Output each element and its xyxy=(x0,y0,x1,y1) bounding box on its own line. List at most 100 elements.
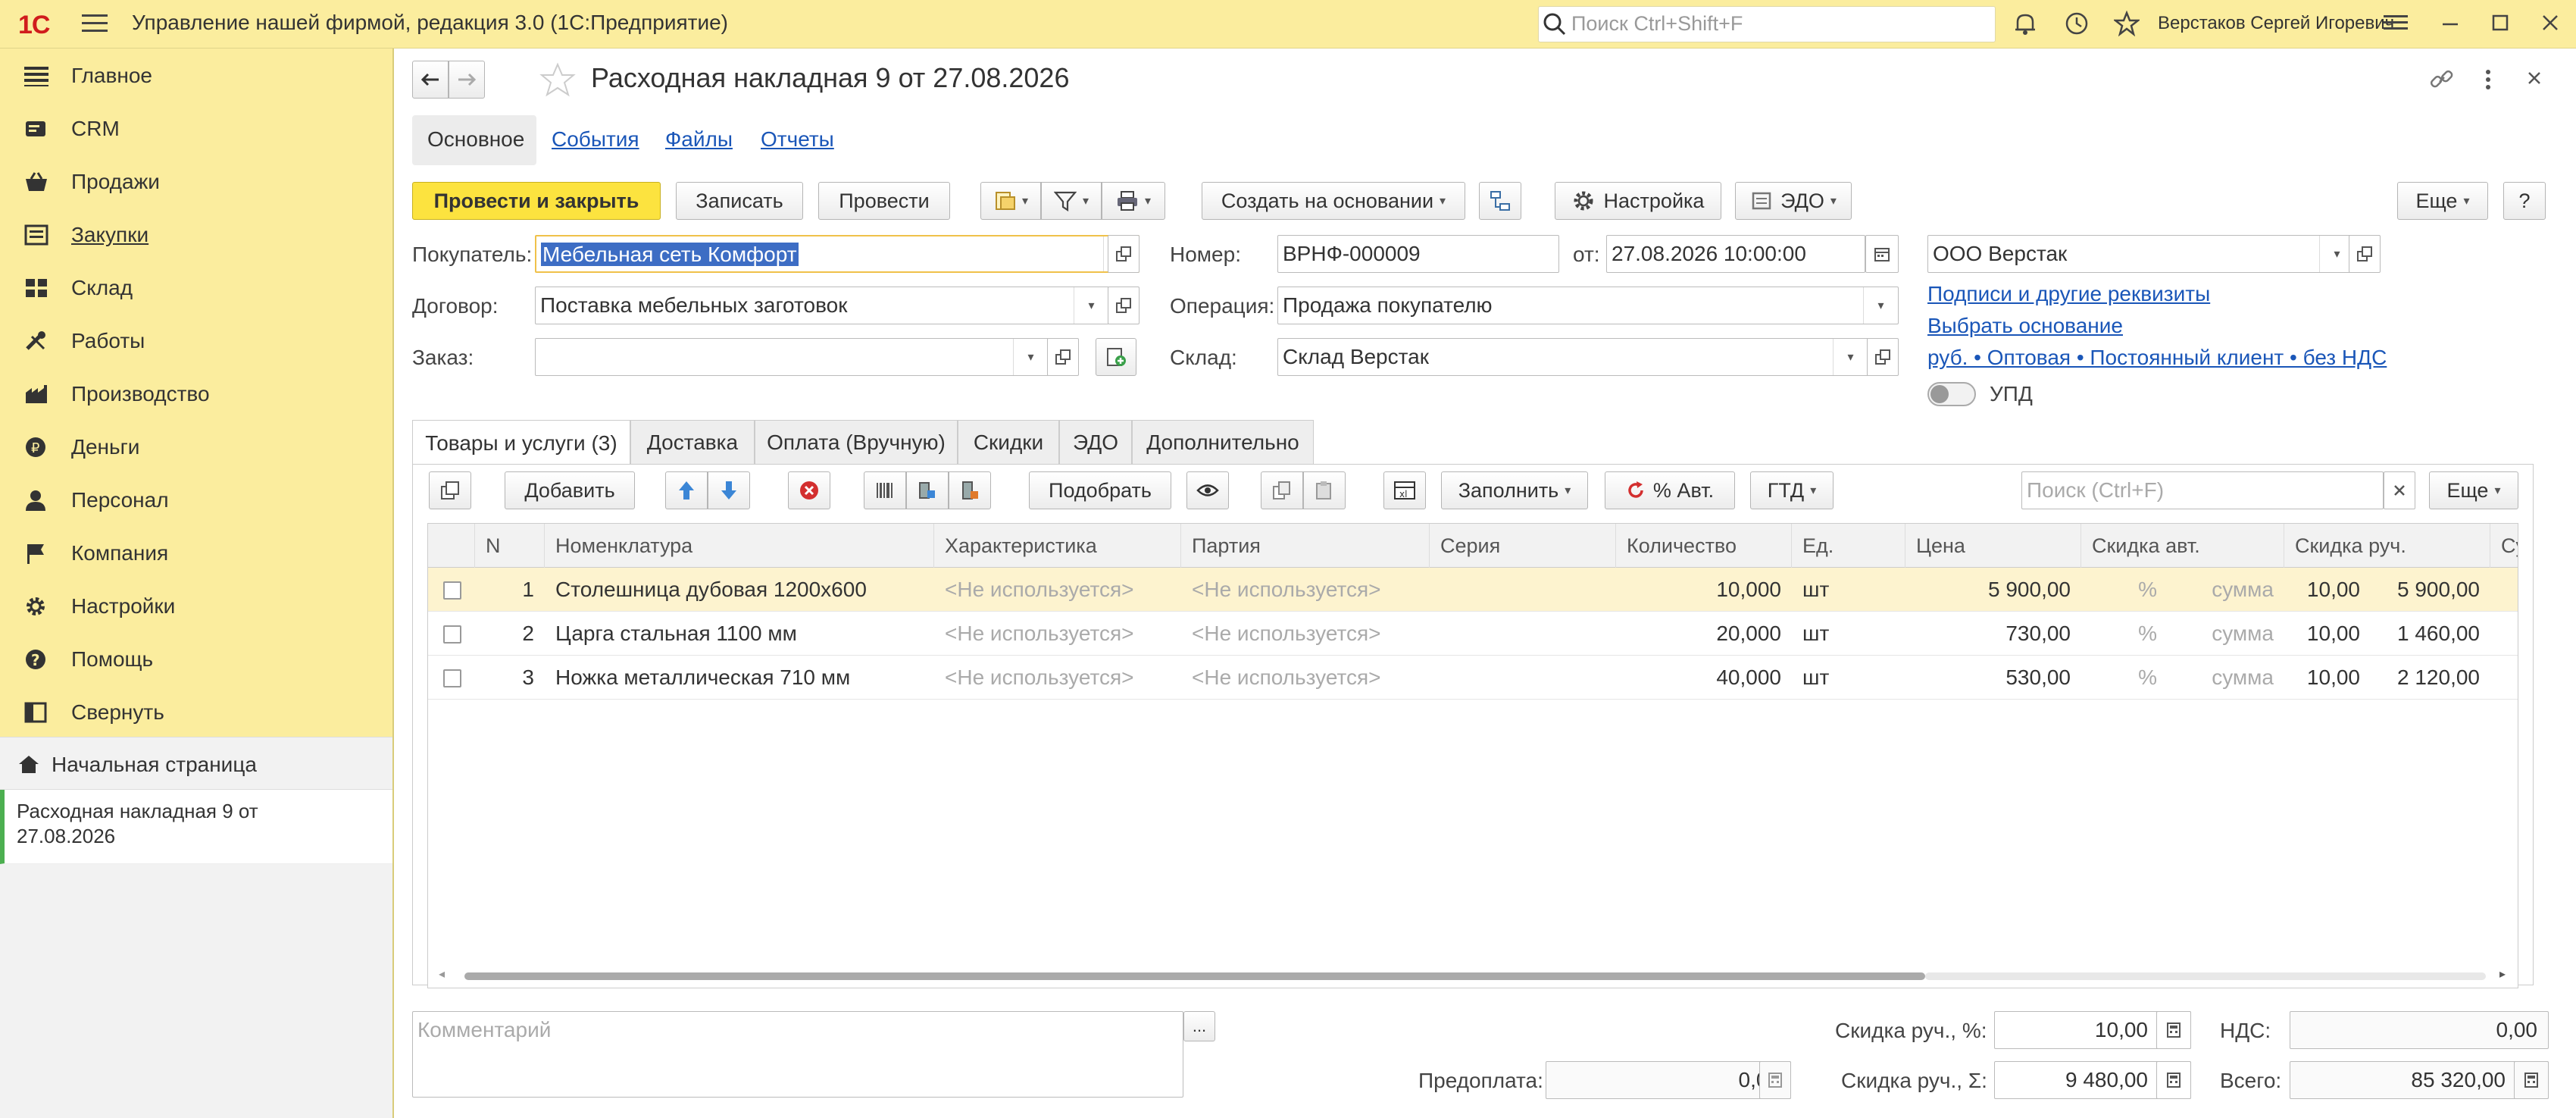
header-price[interactable]: Цена xyxy=(1905,524,2081,568)
cell-char[interactable]: <Не используется> xyxy=(934,578,1181,602)
print-button[interactable]: ▾ xyxy=(1102,182,1165,220)
prepay-field[interactable]: 0,00 xyxy=(1546,1061,1791,1099)
view-button[interactable] xyxy=(1186,471,1229,509)
cell-auto-pct[interactable]: % xyxy=(2081,578,2168,602)
number-field[interactable]: ВРНФ-000009 xyxy=(1277,235,1559,273)
tab-payment[interactable]: Оплата (Вручную) xyxy=(755,420,958,464)
barcode-button[interactable] xyxy=(864,471,906,509)
sidebar-item-purchases[interactable]: Закупки xyxy=(0,208,392,261)
sidebar-item-personnel[interactable]: Персонал xyxy=(0,473,392,526)
cell-batch[interactable]: <Не используется> xyxy=(1181,578,1430,602)
link-icon[interactable] xyxy=(2429,67,2455,92)
cell-man-sum[interactable]: 5 900,00 xyxy=(2371,578,2490,602)
table-row[interactable]: 1 Столешница дубовая 1200х600 <Не использу… xyxy=(428,568,2518,612)
cell-unit[interactable]: шт xyxy=(1792,622,1905,646)
cell-char[interactable]: <Не используется> xyxy=(934,622,1181,646)
horizontal-scrollbar[interactable]: ◂ ▸ xyxy=(428,963,2518,988)
upd-toggle[interactable] xyxy=(1927,382,1976,406)
cell-man-pct[interactable]: 10,00 xyxy=(2284,622,2371,646)
sidebar-item-crm[interactable]: CRM xyxy=(0,102,392,155)
sidebar-item-money[interactable]: ₽ Деньги xyxy=(0,420,392,473)
cell-man-pct[interactable]: 10,00 xyxy=(2284,665,2371,690)
cell-name[interactable]: Ножка металлическая 710 мм xyxy=(545,665,934,690)
table-row[interactable]: 2 Царга стальная 1100 мм <Не используется>… xyxy=(428,612,2518,656)
close-form-icon[interactable] xyxy=(2523,67,2546,89)
cell-auto-sum[interactable]: сумма xyxy=(2168,578,2284,602)
gtd-button[interactable]: ГТД ▾ xyxy=(1750,471,1834,509)
company-field[interactable]: ООО Верстак ▾ xyxy=(1927,235,2355,273)
tab-additional[interactable]: Дополнительно xyxy=(1132,420,1314,464)
discount-sum-calc-button[interactable] xyxy=(2156,1061,2191,1099)
paste-button[interactable] xyxy=(1303,471,1346,509)
header-quantity[interactable]: Количество xyxy=(1616,524,1792,568)
cell-char[interactable]: <Не используется> xyxy=(934,665,1181,690)
tab-discounts[interactable]: Скидки xyxy=(958,420,1059,464)
subtab-reports[interactable]: Отчеты xyxy=(761,127,834,152)
cell-name[interactable]: Столешница дубовая 1200х600 xyxy=(545,578,934,602)
buyer-open-button[interactable] xyxy=(1108,235,1140,273)
row-checkbox[interactable] xyxy=(443,669,461,687)
date-field[interactable]: 27.08.2026 10:00:00 xyxy=(1606,235,1865,273)
cell-batch[interactable]: <Не используется> xyxy=(1181,622,1430,646)
sidebar-item-help[interactable]: ? Помощь xyxy=(0,632,392,685)
chevron-down-icon[interactable]: ▾ xyxy=(1074,287,1108,324)
data-collection-button[interactable] xyxy=(949,471,991,509)
scrollbar-thumb[interactable] xyxy=(464,972,1925,980)
discount-pct-calc-button[interactable] xyxy=(2156,1011,2191,1049)
sidebar-item-collapse[interactable]: Свернуть xyxy=(0,685,392,738)
cell-price[interactable]: 730,00 xyxy=(1905,622,2081,646)
sidebar-item-production[interactable]: Производство xyxy=(0,367,392,420)
signatures-link[interactable]: Подписи и другие реквизиты xyxy=(1927,282,2210,306)
company-open-button[interactable] xyxy=(2349,235,2381,273)
pick-button[interactable]: Подобрать xyxy=(1029,471,1171,509)
scanner-button[interactable] xyxy=(906,471,949,509)
favorite-star-icon[interactable] xyxy=(539,62,576,97)
calendar-button[interactable] xyxy=(1865,235,1899,273)
structure-button[interactable] xyxy=(1479,182,1521,220)
filter-button[interactable]: ▾ xyxy=(1041,182,1102,220)
history-icon[interactable] xyxy=(2064,11,2090,36)
fill-button[interactable]: Заполнить ▾ xyxy=(1441,471,1588,509)
cell-n[interactable]: 3 xyxy=(475,665,545,690)
auto-discount-button[interactable]: % Авт. xyxy=(1605,471,1735,509)
move-down-button[interactable] xyxy=(708,471,750,509)
favorites-star-icon[interactable] xyxy=(2114,11,2140,36)
header-n[interactable]: N xyxy=(475,524,545,568)
chevron-down-icon[interactable]: ▾ xyxy=(1833,339,1868,375)
sidebar-item-sales[interactable]: Продажи xyxy=(0,155,392,208)
header-auto-discount[interactable]: Скидка авт. xyxy=(2081,524,2284,568)
cell-auto-sum[interactable]: сумма xyxy=(2168,622,2284,646)
header-characteristic[interactable]: Характеристика xyxy=(934,524,1181,568)
cell-batch[interactable]: <Не используется> xyxy=(1181,665,1430,690)
cell-unit[interactable]: шт xyxy=(1792,665,1905,690)
contract-open-button[interactable] xyxy=(1108,287,1140,324)
post-button[interactable]: Провести xyxy=(818,182,950,220)
order-open-button[interactable] xyxy=(1047,338,1079,376)
sidebar-item-works[interactable]: Работы xyxy=(0,314,392,367)
order-field[interactable]: ▾ xyxy=(535,338,1049,376)
cell-auto-sum[interactable]: сумма xyxy=(2168,665,2284,690)
buyer-field[interactable]: Мебельная сеть Комфорт ▾ xyxy=(535,235,1140,273)
header-batch[interactable]: Партия xyxy=(1181,524,1430,568)
cell-price[interactable]: 5 900,00 xyxy=(1905,578,2081,602)
cell-qty[interactable]: 20,000 xyxy=(1616,622,1792,646)
back-button[interactable] xyxy=(412,61,449,99)
header-nomenclature[interactable]: Номенклатура xyxy=(545,524,934,568)
bell-icon[interactable] xyxy=(2012,11,2038,36)
warehouse-field[interactable]: Склад Верстак ▾ xyxy=(1277,338,1868,376)
header-unit[interactable]: Ед. xyxy=(1792,524,1905,568)
scroll-left-icon[interactable]: ◂ xyxy=(439,966,445,982)
tab-edo[interactable]: ЭДО xyxy=(1059,420,1132,464)
cell-qty[interactable]: 40,000 xyxy=(1616,665,1792,690)
current-user[interactable]: Верстаков Сергей Игоревич xyxy=(2158,13,2394,34)
subtab-main[interactable]: Основное xyxy=(412,115,536,165)
sidebar-item-warehouse[interactable]: Склад xyxy=(0,261,392,314)
row-checkbox[interactable] xyxy=(443,581,461,600)
copy-to-clipboard-button[interactable] xyxy=(1261,471,1303,509)
add-row-button[interactable]: Добавить xyxy=(505,471,635,509)
minimize-icon[interactable] xyxy=(2438,11,2462,35)
table-row[interactable]: 3 Ножка металлическая 710 мм <Не используе… xyxy=(428,656,2518,700)
total-calc-button[interactable] xyxy=(2514,1061,2549,1099)
contract-field[interactable]: Поставка мебельных заготовок ▾ xyxy=(535,287,1109,324)
main-menu-icon[interactable] xyxy=(82,12,108,35)
